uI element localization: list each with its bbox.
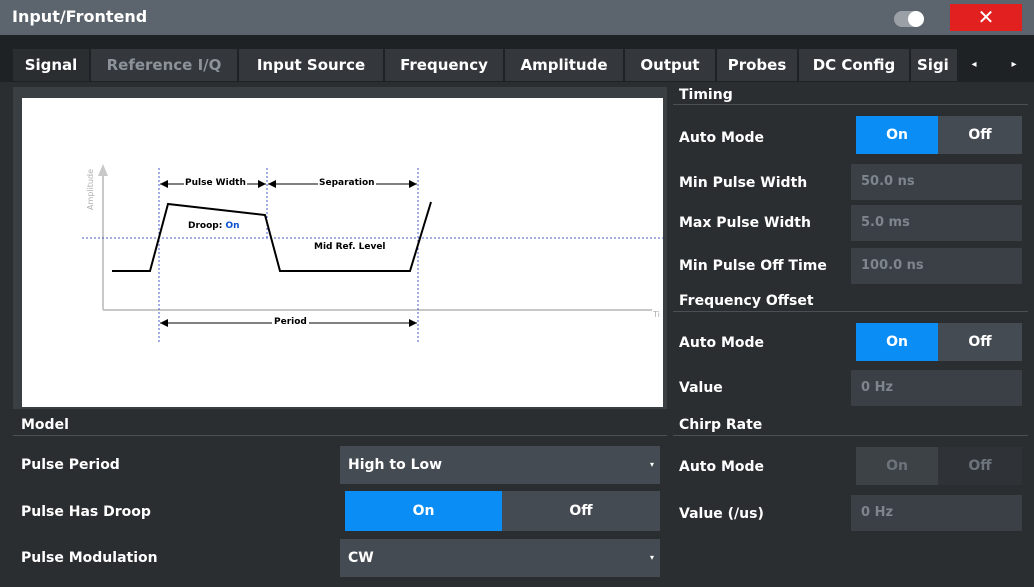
- min-pulse-off-field[interactable]: 100.0 ns: [851, 248, 1022, 284]
- chirp-auto-mode-label: Auto Mode: [679, 459, 765, 475]
- sep-arrow-left-icon: [268, 180, 276, 188]
- chevron-down-icon: ▾: [649, 553, 654, 562]
- chirp-value-label: Value (/us): [679, 506, 764, 522]
- chirp-rate-separator: [673, 435, 1028, 436]
- min-pulse-width-label: Min Pulse Width: [679, 175, 808, 191]
- droop-value: On: [225, 221, 240, 231]
- freq-auto-off-button[interactable]: Off: [938, 323, 1022, 361]
- frequency-offset-separator: [673, 311, 1028, 312]
- min-pulse-width-field[interactable]: 50.0 ns: [851, 164, 1022, 200]
- chirp-auto-off-button[interactable]: Off: [938, 447, 1022, 485]
- pw-arrow-left-icon: [160, 180, 168, 188]
- freq-auto-on-button[interactable]: On: [856, 323, 938, 361]
- tab-frequency[interactable]: Frequency: [385, 49, 503, 81]
- tab-signal-truncated[interactable]: Sigi: [911, 49, 957, 81]
- tab-reference-iq[interactable]: Reference I/Q: [91, 49, 237, 81]
- chirp-value-field[interactable]: 0 Hz: [851, 495, 1022, 531]
- mid-ref-level-label: Mid Ref. Level: [314, 242, 386, 252]
- tab-scroll-right-icon[interactable]: ▸: [1000, 49, 1028, 81]
- close-button[interactable]: ✕: [950, 4, 1022, 31]
- chirp-auto-on-button[interactable]: On: [856, 447, 938, 485]
- pulse-diagram: Amplitude Ti Pulse Width Separation Droo…: [22, 98, 663, 407]
- freq-auto-mode-label: Auto Mode: [679, 335, 765, 351]
- toggle-knob: [908, 11, 924, 27]
- freq-value-field[interactable]: 0 Hz: [851, 370, 1022, 406]
- droop-off-button[interactable]: Off: [502, 491, 660, 531]
- pulse-mod-label: Pulse Modulation: [21, 550, 158, 566]
- tab-input-source[interactable]: Input Source: [239, 49, 383, 81]
- tab-probes[interactable]: Probes: [717, 49, 797, 81]
- pw-arrow-right-icon: [258, 180, 266, 188]
- theme-toggle-icon[interactable]: [894, 11, 924, 27]
- pulse-period-dropdown[interactable]: High to Low ▾: [340, 446, 660, 484]
- model-separator: [13, 435, 667, 436]
- window-title: Input/Frontend: [12, 7, 148, 26]
- period-arrow-left-icon: [160, 319, 168, 327]
- pulse-width-label: Pulse Width: [184, 178, 247, 188]
- droop-label: Droop: On: [188, 221, 240, 231]
- freq-value-label: Value: [679, 380, 723, 396]
- tab-signal[interactable]: Signal: [13, 49, 89, 81]
- model-heading: Model: [21, 417, 69, 433]
- tab-dc-config[interactable]: DC Config: [799, 49, 909, 81]
- period-arrow-right-icon: [409, 319, 417, 327]
- tab-scroll-left-icon[interactable]: ◂: [960, 49, 988, 81]
- pulse-droop-label: Pulse Has Droop: [21, 504, 151, 520]
- chirp-rate-heading: Chirp Rate: [679, 417, 763, 433]
- pulse-period-label: Pulse Period: [21, 457, 120, 473]
- timing-auto-off-button[interactable]: Off: [938, 116, 1022, 154]
- max-pulse-width-label: Max Pulse Width: [679, 215, 811, 231]
- droop-on-button[interactable]: On: [345, 491, 502, 531]
- separation-label: Separation: [318, 178, 376, 188]
- tab-output[interactable]: Output: [625, 49, 715, 81]
- x-axis-label: Ti: [653, 310, 660, 319]
- timing-separator: [673, 104, 1028, 105]
- droop-text: Droop:: [188, 221, 223, 231]
- period-label: Period: [272, 317, 309, 327]
- timing-heading: Timing: [679, 87, 733, 103]
- pulse-period-value: High to Low: [348, 457, 443, 473]
- y-axis-arrow-icon: [98, 164, 108, 176]
- pulse-mod-dropdown[interactable]: CW ▾: [340, 539, 660, 577]
- tab-bar: Signal Reference I/Q Input Source Freque…: [0, 35, 1034, 82]
- tab-amplitude[interactable]: Amplitude: [505, 49, 623, 81]
- title-bar: Input/Frontend ✕: [0, 0, 1034, 35]
- timing-auto-on-button[interactable]: On: [856, 116, 938, 154]
- min-pulse-off-label: Min Pulse Off Time: [679, 258, 827, 274]
- frequency-offset-heading: Frequency Offset: [679, 293, 814, 309]
- y-axis-label: Amplitude: [86, 169, 95, 210]
- sep-arrow-right-icon: [409, 180, 417, 188]
- max-pulse-width-field[interactable]: 5.0 ms: [851, 205, 1022, 241]
- chevron-down-icon: ▾: [649, 460, 654, 469]
- pulse-diagram-svg: [82, 164, 663, 343]
- pulse-mod-value: CW: [348, 550, 374, 566]
- pulse-waveform: [112, 201, 432, 272]
- timing-auto-mode-label: Auto Mode: [679, 130, 765, 146]
